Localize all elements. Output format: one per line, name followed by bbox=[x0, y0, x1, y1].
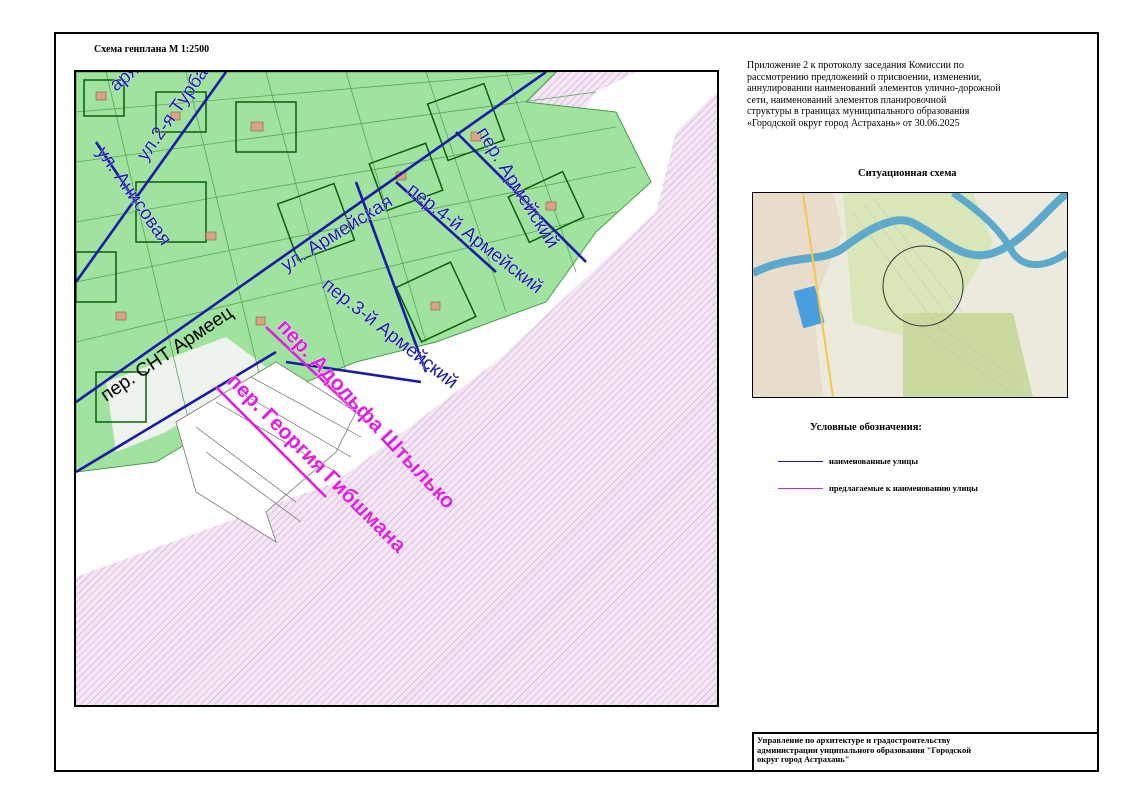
legend-proposed-label: предлагаемые к наименованию улицы bbox=[829, 483, 978, 493]
situation-map[interactable] bbox=[752, 192, 1068, 398]
appendix-line: сети, наименований элементов планировочн… bbox=[747, 94, 947, 106]
organization-box: Управление по архитектуре и градостроите… bbox=[752, 732, 1099, 772]
legend-named-swatch bbox=[778, 460, 823, 462]
appendix-line: структуры в границах муниципального обра… bbox=[747, 106, 970, 117]
legend-proposed-swatch bbox=[778, 487, 823, 489]
org-line: округ город Астрахань" bbox=[757, 754, 850, 764]
legend-named: наименованные улицы bbox=[778, 456, 918, 466]
appendix-text: Приложение 2 к протоколу заседания Комис… bbox=[747, 60, 1047, 129]
scheme-title: Схема генплана М 1:2500 bbox=[94, 44, 210, 55]
general-plan-map[interactable]: ул. Армейская пер.4-й Армейский пер.3-й … bbox=[74, 70, 719, 707]
appendix-line: рассмотрению предложений о присвоении, и… bbox=[747, 71, 982, 83]
situation-title: Ситуационная схема bbox=[858, 168, 957, 179]
appendix-line: «Городской округ город Астрахань» от 30.… bbox=[747, 117, 960, 129]
appendix-line: аннулировании наименований элементов ули… bbox=[747, 83, 1001, 94]
legend-named-label: наименованные улицы bbox=[829, 456, 918, 466]
appendix-line: Приложение 2 к протоколу заседания Комис… bbox=[747, 60, 964, 71]
legend-title: Условные обозначения: bbox=[810, 422, 922, 433]
legend-proposed: предлагаемые к наименованию улицы bbox=[778, 483, 978, 493]
